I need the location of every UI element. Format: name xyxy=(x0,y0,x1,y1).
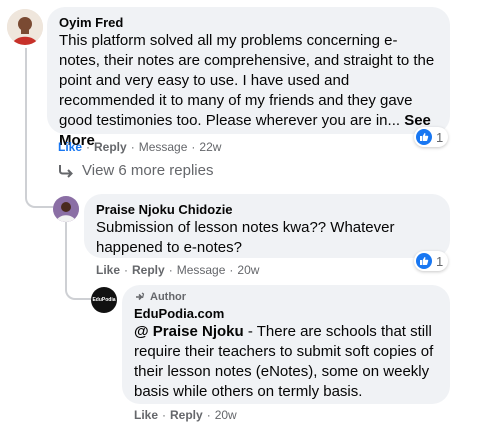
like-button[interactable]: Like xyxy=(58,140,82,154)
comment-author[interactable]: EduPodia.com xyxy=(134,305,438,322)
comment-timestamp[interactable]: 20w xyxy=(237,263,259,277)
separator-dot: · xyxy=(229,263,234,277)
comment-timestamp[interactable]: 22w xyxy=(199,140,221,154)
thread-curve-reply1 xyxy=(25,180,53,208)
comment-body: This platform solved all my problems con… xyxy=(59,32,435,129)
person-photo-icon xyxy=(53,196,79,222)
avatar-praise-njoku[interactable] xyxy=(53,196,79,222)
thread-line-main xyxy=(25,48,27,182)
person-photo-icon xyxy=(7,9,43,45)
reaction-pill-2[interactable]: 1 xyxy=(414,251,449,271)
author-badge-icon xyxy=(136,292,145,301)
reply-arrow-icon xyxy=(59,164,73,178)
comment-text: @ Praise Njoku - There are schools that … xyxy=(134,322,444,402)
comment-bubble-2: Praise Njoku Chidozie Submission of less… xyxy=(84,194,450,258)
thread-line-reply xyxy=(65,222,67,282)
reply-button[interactable]: Reply xyxy=(170,408,203,422)
reaction-pill-1[interactable]: 1 xyxy=(414,127,449,147)
like-reaction-icon xyxy=(416,253,432,269)
avatar-oyim-fred[interactable] xyxy=(7,9,43,45)
separator-dot: · xyxy=(124,263,129,277)
reaction-count: 1 xyxy=(436,129,444,145)
author-badge: Author xyxy=(134,291,438,303)
comment-bubble-1: Oyim Fred This platform solved all my pr… xyxy=(47,7,450,149)
mention-link[interactable]: @ Praise Njoku xyxy=(134,323,244,340)
reply-button[interactable]: Reply xyxy=(132,263,165,277)
message-button[interactable]: Message xyxy=(139,140,188,154)
comment-author[interactable]: Praise Njoku Chidozie xyxy=(96,201,438,218)
separator-dot: · xyxy=(168,263,173,277)
comment-author[interactable]: Oyim Fred xyxy=(59,14,438,31)
comment-actions-2: Like · Reply · Message · 20w xyxy=(96,263,259,277)
separator-dot: · xyxy=(86,140,91,154)
view-more-replies-button[interactable]: View 6 more replies xyxy=(58,162,213,179)
like-button[interactable]: Like xyxy=(134,408,158,422)
edupodia-logo-text: EduPodia xyxy=(92,297,116,303)
separator-dot: · xyxy=(130,140,135,154)
comment-actions-1: Like · Reply · Message · 22w xyxy=(58,140,221,154)
separator-dot: · xyxy=(206,408,211,422)
thread-curve-reply2 xyxy=(65,280,91,300)
comment-actions-3: Like · Reply · 20w xyxy=(134,408,237,422)
view-more-replies-label: View 6 more replies xyxy=(82,162,214,179)
author-badge-label: Author xyxy=(150,291,187,303)
like-reaction-icon xyxy=(416,129,432,145)
like-button[interactable]: Like xyxy=(96,263,120,277)
reaction-count: 1 xyxy=(436,253,444,269)
comment-timestamp[interactable]: 20w xyxy=(215,408,237,422)
comment-bubble-3: Author EduPodia.com @ Praise Njoku - The… xyxy=(122,285,450,404)
reply-button[interactable]: Reply xyxy=(94,140,127,154)
separator-dot: · xyxy=(191,140,196,154)
comment-text: Submission of lesson notes kwa?? Whateve… xyxy=(96,219,395,256)
separator-dot: · xyxy=(162,408,167,422)
comment-text: This platform solved all my problems con… xyxy=(59,31,438,151)
message-button[interactable]: Message xyxy=(177,263,226,277)
avatar-edupodia[interactable]: EduPodia xyxy=(91,287,117,313)
